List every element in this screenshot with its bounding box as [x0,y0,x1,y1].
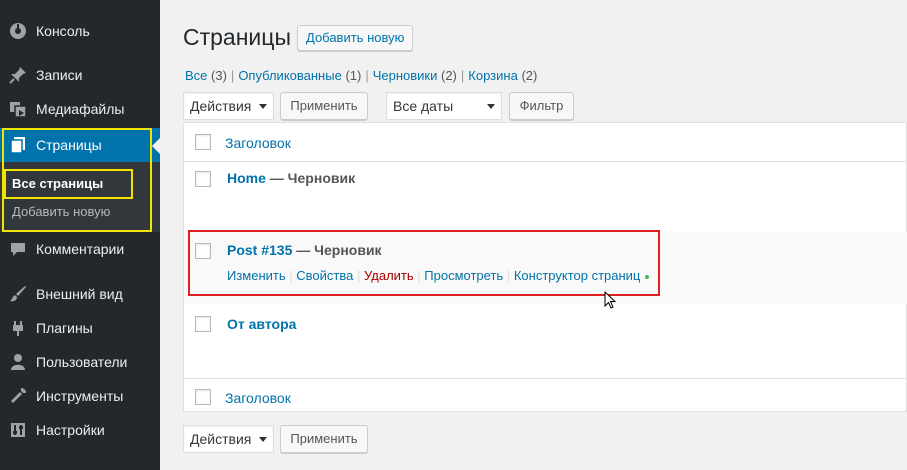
sidebar-item-pages[interactable]: Страницы [0,128,160,162]
sidebar-item-label: Консоль [36,23,90,39]
filter-drafts[interactable]: Черновики [373,68,438,83]
apply-button-bottom[interactable]: Применить [280,425,368,453]
bulk-actions-select[interactable]: Действия [183,92,274,120]
sidebar-item-tools[interactable]: Инструменты [0,379,160,413]
quick-edit-link[interactable]: Свойства [296,268,353,283]
column-title-header[interactable]: Заголовок [225,135,291,151]
page-builder-link[interactable]: Конструктор страниц [514,268,641,283]
sidebar-item-label: Комментарии [36,241,125,257]
date-filter-select[interactable]: Все даты [386,92,502,120]
pin-icon [0,66,36,84]
trash-link[interactable]: Удалить [364,268,414,283]
sidebar-item-plugins[interactable]: Плагины [0,311,160,345]
comments-icon [0,240,36,258]
sidebar-item-appearance[interactable]: Внешний вид [0,277,160,311]
row-title-link[interactable]: Home [227,170,266,186]
separator: | [417,268,421,283]
filter-published[interactable]: Опубликованные [238,68,342,83]
bulk-actions-value: Действия [190,431,252,447]
view-link[interactable]: Просмотреть [424,268,503,283]
table-row-title: Post #135 — Черновик [227,242,382,258]
status-dot-icon [645,274,650,279]
filter-drafts-count: (2) [441,68,457,83]
row-title-link[interactable]: Post #135 [227,242,292,258]
select-all-checkbox-footer[interactable] [195,389,211,405]
dashboard-icon [0,22,36,40]
settings-icon [0,421,36,439]
sidebar-item-media[interactable]: Медиафайлы [0,92,160,126]
tools-icon [0,387,36,405]
divider [184,378,907,379]
pages-submenu: Все страницы Добавить новую [0,162,160,232]
sidebar-item-comments[interactable]: Комментарии [0,232,160,266]
edit-link[interactable]: Изменить [227,268,286,283]
sidebar-item-label: Пользователи [36,354,128,370]
table-row: Home — Черновик [227,170,355,186]
sidebar-item-dashboard[interactable]: Консоль [0,14,160,48]
separator: | [460,68,465,83]
active-indicator [152,138,160,154]
separator: | [506,268,511,283]
bulk-actions-value: Действия [190,98,252,114]
sidebar-item-users[interactable]: Пользователи [0,345,160,379]
column-title-footer[interactable]: Заголовок [225,390,291,406]
divider [184,161,907,162]
page-title: Страницы [183,24,291,50]
media-icon [0,100,36,118]
select-all-checkbox[interactable] [195,134,211,150]
row-state: — Черновик [292,242,382,258]
filter-trash-count: (2) [521,68,538,83]
filter-button[interactable]: Фильтр [509,92,574,120]
date-filter-value: Все даты [393,98,454,114]
filter-trash[interactable]: Корзина [468,68,518,83]
brush-icon [0,285,36,303]
filter-all[interactable]: Все [185,68,207,83]
sidebar-item-settings[interactable]: Настройки [0,413,160,447]
admin-sidebar: Консоль Записи Медиафайлы Страницы Все с… [0,0,160,470]
chevron-down-icon [487,104,495,109]
status-filters: Все (3) | Опубликованные (1) | Черновики (2)… [185,68,537,83]
row-checkbox[interactable] [195,316,211,332]
separator: | [230,68,235,83]
main-content: Страницы Добавить новую Все (3) | Опублико… [160,0,907,470]
separator: | [357,268,361,283]
plugin-icon [0,319,36,337]
row-title-link[interactable]: От автора [227,316,296,332]
row-actions: Изменить | Свойства | Удалить | Просмотр… [227,268,650,283]
row-checkbox[interactable] [195,171,211,187]
sidebar-item-label: Медиафайлы [36,101,125,117]
sidebar-item-label: Инструменты [36,388,124,404]
chevron-down-icon [259,104,267,109]
add-new-page-button[interactable]: Добавить новую [297,25,414,51]
row-checkbox[interactable] [195,243,211,259]
sidebar-item-label: Настройки [36,422,105,438]
chevron-down-icon [259,437,267,442]
apply-button[interactable]: Применить [280,92,368,120]
sidebar-item-label: Страницы [36,137,102,153]
submenu-add-new[interactable]: Добавить новую [12,204,110,219]
users-icon [0,353,36,371]
filter-all-count: (3) [211,68,227,83]
filter-published-count: (1) [345,68,362,83]
sidebar-item-label: Записи [36,67,83,83]
pages-table: Заголовок Home — Черновик Post #135 — Че… [183,122,907,412]
bulk-actions-select-bottom[interactable]: Действия [183,425,274,453]
table-row: От автора [227,316,296,332]
sidebar-item-posts[interactable]: Записи [0,58,160,92]
separator: | [289,268,293,283]
pages-icon [0,136,36,154]
mouse-cursor-icon [604,291,617,309]
row-state: — Черновик [265,170,356,186]
separator: | [365,68,369,83]
sidebar-item-label: Внешний вид [36,286,123,302]
submenu-all-pages[interactable]: Все страницы [12,176,103,191]
sidebar-item-label: Плагины [36,320,93,336]
